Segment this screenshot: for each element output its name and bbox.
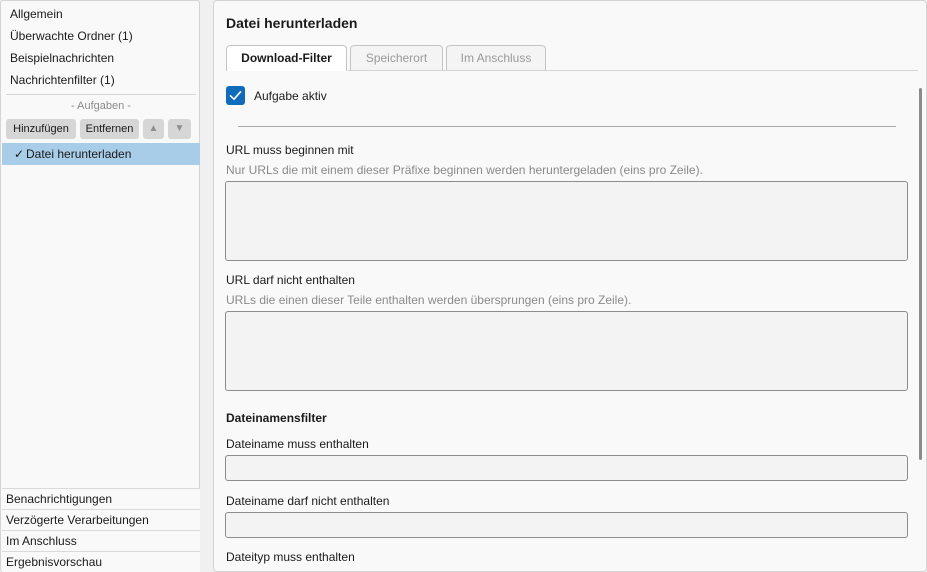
filename-must-contain-input[interactable] — [225, 455, 908, 481]
url-must-not-contain-textarea[interactable] — [225, 311, 908, 391]
filename-must-not-contain-label: Dateiname darf nicht enthalten — [226, 494, 390, 508]
add-task-button[interactable]: Hinzufügen — [6, 119, 76, 139]
url-must-start-label: URL muss beginnen mit — [226, 143, 354, 157]
task-item-label: Datei herunterladen — [26, 147, 132, 161]
sidebar-item-nachrichtenfilter[interactable]: Nachrichtenfilter (1) — [10, 70, 115, 90]
sidebar-item-benachrichtigungen[interactable]: Benachrichtigungen — [2, 488, 200, 509]
url-must-start-hint: Nur URLs die mit einem dieser Präfixe be… — [226, 163, 703, 177]
sidebar-item-ueberwachte-ordner[interactable]: Überwachte Ordner (1) — [10, 26, 133, 46]
tab-download-filter[interactable]: Download-Filter — [226, 45, 347, 71]
task-active-checkbox[interactable] — [226, 86, 245, 105]
sidebar-item-beispielnachrichten[interactable]: Beispielnachrichten — [10, 48, 114, 68]
filename-must-not-contain-input[interactable] — [225, 512, 908, 538]
tasks-section-title: - Aufgaben - — [71, 100, 131, 112]
url-must-not-contain-hint: URLs die einen dieser Teile enthalten we… — [226, 293, 632, 307]
checkmark-icon — [229, 91, 242, 100]
remove-task-button[interactable]: Entfernen — [80, 119, 139, 139]
divider — [238, 126, 896, 127]
sidebar: Allgemein Überwachte Ordner (1) Beispiel… — [0, 0, 200, 572]
checkmark-icon: ✓ — [14, 147, 25, 161]
sidebar-item-im-anschluss[interactable]: Im Anschluss — [2, 530, 200, 551]
task-item-datei-herunterladen[interactable]: ✓ Datei herunterladen — [2, 143, 200, 165]
task-settings-panel: Datei herunterladen Download-Filter Spei… — [213, 0, 927, 572]
page-title: Datei herunterladen — [226, 15, 358, 31]
arrow-down-icon: ▼ — [174, 123, 185, 134]
arrow-up-icon: ▲ — [148, 123, 159, 134]
filename-filter-title: Dateinamensfilter — [226, 411, 327, 425]
url-must-start-textarea[interactable] — [225, 181, 908, 261]
filetype-must-contain-label: Dateityp muss enthalten — [226, 550, 355, 564]
tab-speicherort[interactable]: Speicherort — [350, 45, 443, 70]
tab-im-anschluss[interactable]: Im Anschluss — [446, 45, 546, 70]
move-up-button[interactable]: ▲ — [143, 119, 164, 139]
move-down-button[interactable]: ▼ — [168, 119, 191, 139]
sidebar-item-allgemein[interactable]: Allgemein — [10, 4, 63, 24]
filename-must-contain-label: Dateiname muss enthalten — [226, 437, 369, 451]
section-divider — [6, 94, 196, 95]
task-active-label: Aufgabe aktiv — [254, 89, 327, 103]
sidebar-item-ergebnisvorschau[interactable]: Ergebnisvorschau — [2, 551, 200, 572]
tab-bar-line — [348, 70, 918, 71]
vertical-scrollbar[interactable] — [919, 88, 922, 460]
sidebar-item-verzoegerte-verarbeitungen[interactable]: Verzögerte Verarbeitungen — [2, 509, 200, 530]
url-must-not-contain-label: URL darf nicht enthalten — [226, 273, 355, 287]
